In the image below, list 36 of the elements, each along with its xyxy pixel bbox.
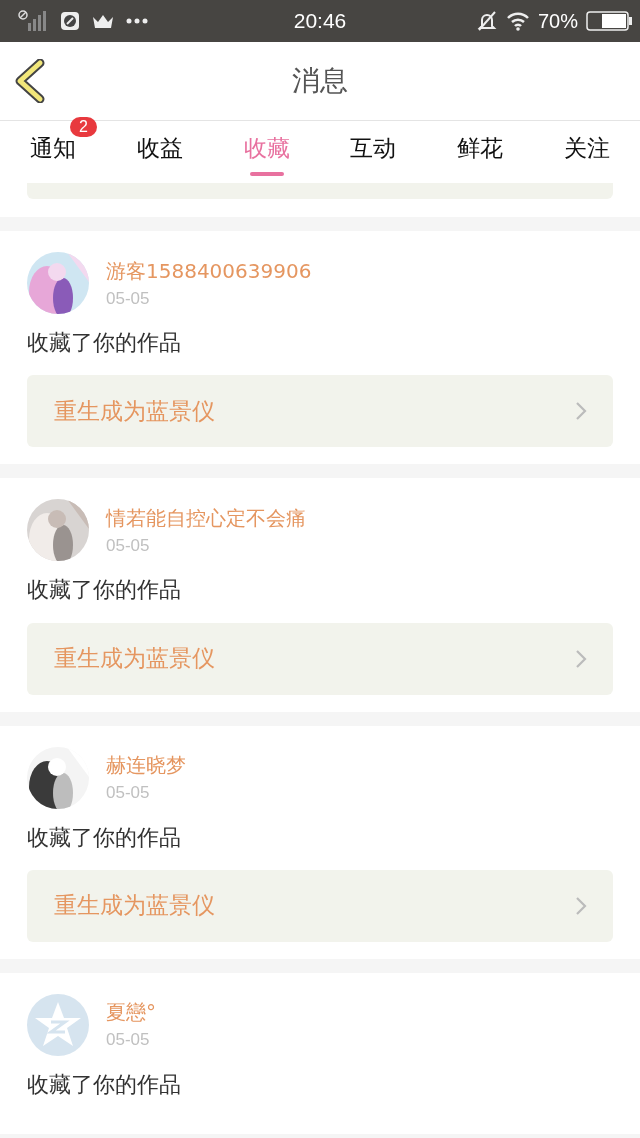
page-title: 消息 bbox=[292, 63, 348, 99]
chevron-right-icon bbox=[575, 648, 587, 669]
work-link[interactable]: 重生成为蓝景仪 bbox=[27, 622, 613, 695]
tab[interactable]: 鲜花 bbox=[457, 121, 503, 175]
message-date: 05-05 bbox=[106, 783, 151, 804]
work-link[interactable]: 重生成为蓝景仪 bbox=[27, 869, 613, 942]
work-link[interactable]: 重生成为蓝景仪 bbox=[27, 375, 613, 448]
status-time: 20:46 bbox=[293, 9, 347, 33]
crown-icon bbox=[92, 13, 114, 29]
message-date: 05-05 bbox=[106, 1030, 151, 1051]
default-avatar-icon bbox=[27, 993, 89, 1056]
count-badge: 2 bbox=[70, 117, 97, 137]
user-name[interactable]: 夏戀° bbox=[106, 999, 156, 1027]
more-icon bbox=[126, 18, 148, 24]
user-name[interactable]: 游客1588400639906 bbox=[106, 257, 312, 285]
battery-percent: 70% bbox=[537, 9, 578, 33]
message-date: 05-05 bbox=[106, 535, 151, 556]
message-date: 05-05 bbox=[106, 288, 151, 309]
back-button[interactable] bbox=[14, 59, 46, 103]
tab[interactable]: 关注 bbox=[563, 121, 610, 175]
user-name[interactable]: 赫连晓梦 bbox=[106, 752, 186, 780]
user-name[interactable]: 情若能自控心定不会痛 bbox=[106, 504, 306, 532]
chevron-right-icon bbox=[575, 895, 587, 916]
message-text: 收藏了你的作品 bbox=[27, 577, 182, 603]
tab[interactable]: 收益 bbox=[137, 121, 183, 175]
app-icon bbox=[60, 11, 80, 31]
message-text: 收藏了你的作品 bbox=[27, 1071, 182, 1098]
tab[interactable]: 收藏 bbox=[243, 121, 290, 175]
wifi-icon bbox=[505, 11, 530, 31]
signal-icon bbox=[18, 10, 48, 32]
tab[interactable]: 互动 bbox=[350, 121, 397, 175]
chevron-right-icon bbox=[575, 401, 587, 422]
battery-icon bbox=[586, 11, 632, 31]
muted-bell-icon bbox=[475, 10, 498, 32]
message-text: 收藏了你的作品 bbox=[27, 824, 182, 850]
message-text: 收藏了你的作品 bbox=[27, 330, 182, 356]
